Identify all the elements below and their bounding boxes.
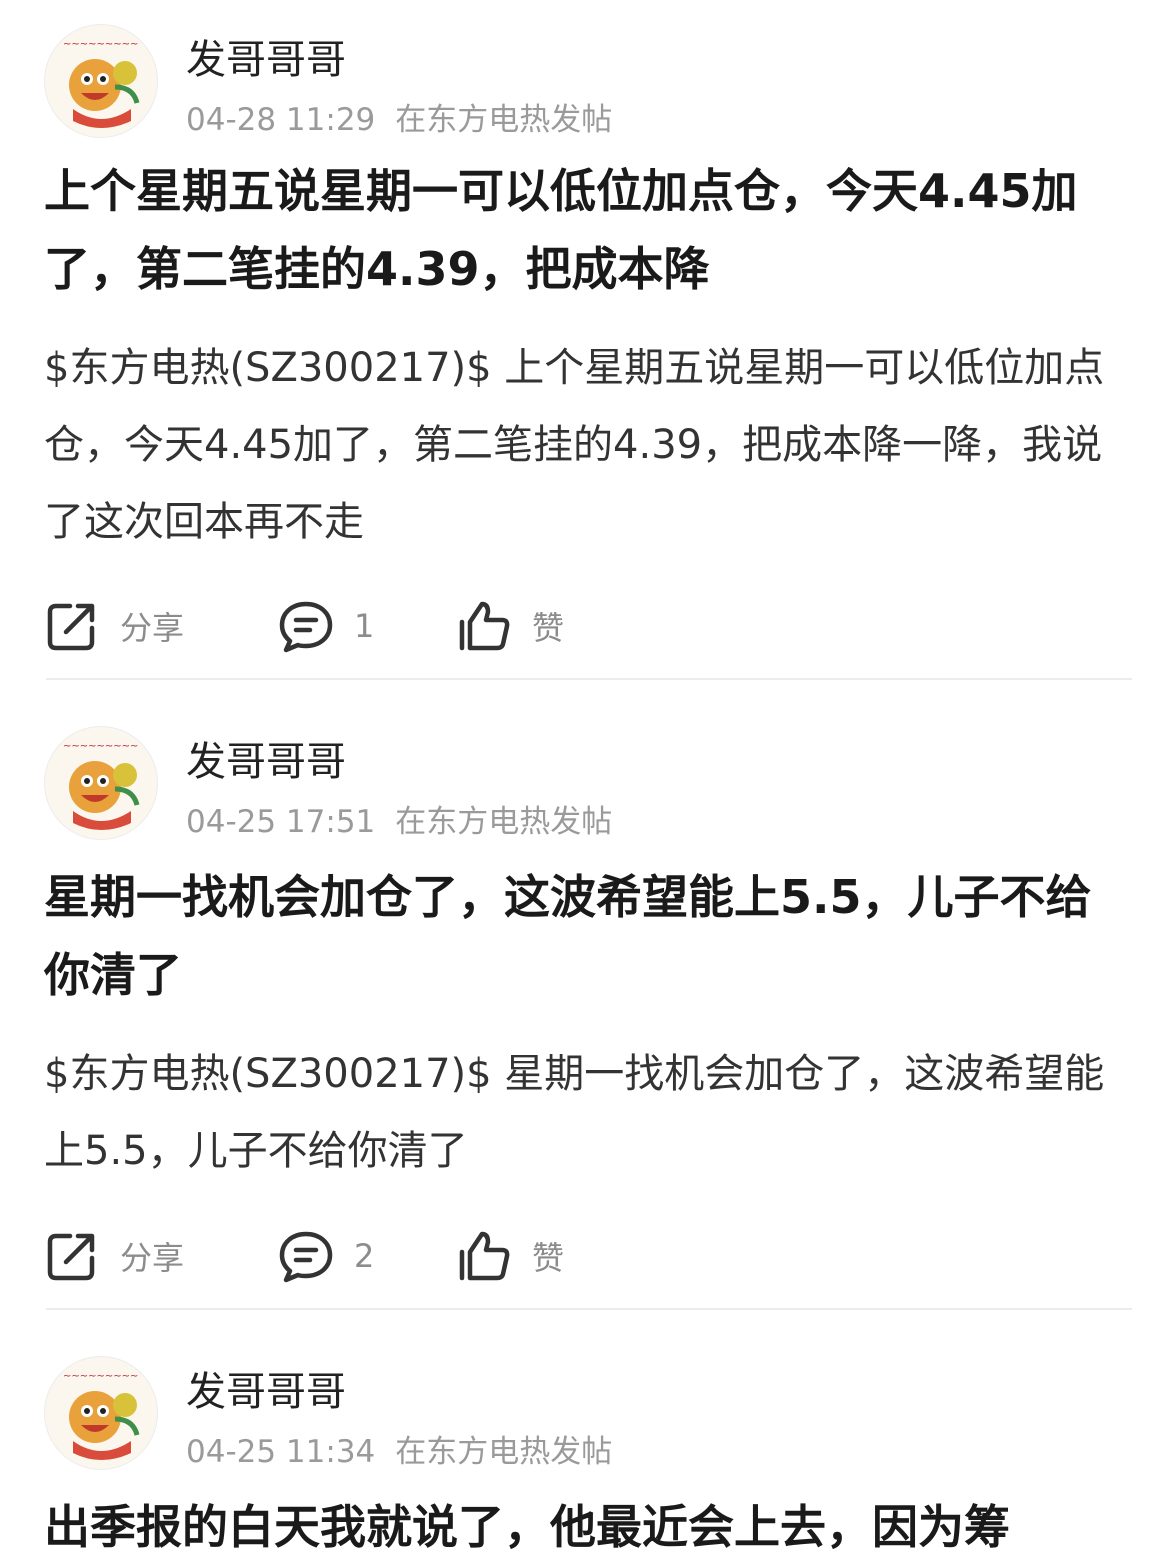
author-avatar[interactable]: ~~~~~~~~~ xyxy=(44,726,158,840)
svg-text:~~~~~~~~~: ~~~~~~~~~ xyxy=(63,1371,138,1382)
author-avatar[interactable]: ~~~~~~~~~ xyxy=(44,1356,158,1470)
post-divider xyxy=(46,678,1132,680)
comment-icon xyxy=(279,601,333,653)
lion-dance-avatar-icon: ~~~~~~~~~ xyxy=(63,741,140,830)
lion-dance-avatar-icon: ~~~~~~~~~ xyxy=(63,39,140,128)
author-name[interactable]: 发哥哥哥 xyxy=(186,36,346,84)
share-label: 分享 xyxy=(120,609,185,647)
author-name[interactable]: 发哥哥哥 xyxy=(186,1368,346,1416)
share-label: 分享 xyxy=(120,1239,185,1277)
post-card[interactable]: ~~~~~~~~~ 发哥哥哥 04-25 11:34 在东方电热发帖 出季报的白天… xyxy=(0,1356,1176,1567)
share-icon xyxy=(47,1233,95,1281)
post-time: 04-25 17:51 xyxy=(186,804,376,840)
svg-text:~~~~~~~~~: ~~~~~~~~~ xyxy=(63,39,138,50)
like-label: 赞 xyxy=(532,609,565,647)
post-divider xyxy=(46,1308,1132,1310)
post-feed: ~~~~~~~~~ 发哥哥哥 04-28 11:29 在东方电热发帖 上个星期五说… xyxy=(0,0,1176,1567)
post-meta: 04-25 17:51 在东方电热发帖 xyxy=(186,802,612,842)
post-card[interactable]: ~~~~~~~~~ 发哥哥哥 04-25 17:51 在东方电热发帖 星期一找机会… xyxy=(0,726,1176,1326)
post-meta: 04-25 11:34 在东方电热发帖 xyxy=(186,1432,612,1472)
post-time: 04-25 11:34 xyxy=(186,1434,376,1470)
post-actions: 分享 2 赞 xyxy=(44,1226,1134,1286)
share-button[interactable]: 分享 xyxy=(44,1226,184,1286)
post-source[interactable]: 在东方电热发帖 xyxy=(395,804,612,840)
post-header: ~~~~~~~~~ 发哥哥哥 04-25 17:51 在东方电热发帖 xyxy=(44,726,1144,846)
share-icon xyxy=(47,603,95,651)
share-button[interactable]: 分享 xyxy=(44,596,184,656)
author-avatar[interactable]: ~~~~~~~~~ xyxy=(44,24,158,138)
post-title[interactable]: 上个星期五说星期一可以低位加点仓，今天4.45加了，第二笔挂的4.39，把成本降 xyxy=(44,152,1136,308)
comment-count: 1 xyxy=(354,607,375,645)
comment-button[interactable]: 1 xyxy=(278,596,374,656)
post-title[interactable]: 星期一找机会加仓了，这波希望能上5.5，儿子不给你清了 xyxy=(44,858,1136,1014)
post-header: ~~~~~~~~~ 发哥哥哥 04-28 11:29 在东方电热发帖 xyxy=(44,24,1144,144)
svg-text:~~~~~~~~~: ~~~~~~~~~ xyxy=(63,741,138,752)
author-name[interactable]: 发哥哥哥 xyxy=(186,738,346,786)
lion-dance-avatar-icon: ~~~~~~~~~ xyxy=(63,1371,140,1460)
thumbs-up-icon xyxy=(459,1231,510,1281)
like-button[interactable]: 赞 xyxy=(456,1226,564,1286)
post-card[interactable]: ~~~~~~~~~ 发哥哥哥 04-28 11:29 在东方电热发帖 上个星期五说… xyxy=(0,24,1176,694)
comment-icon xyxy=(279,1231,333,1283)
post-source[interactable]: 在东方电热发帖 xyxy=(395,102,612,138)
post-time: 04-28 11:29 xyxy=(186,102,376,138)
comment-count: 2 xyxy=(354,1237,375,1275)
post-header: ~~~~~~~~~ 发哥哥哥 04-25 11:34 在东方电热发帖 xyxy=(44,1356,1144,1476)
like-button[interactable]: 赞 xyxy=(456,596,564,656)
post-body[interactable]: $东方电热(SZ300217)$ 上个星期五说星期一可以低位加点仓，今天4.45… xyxy=(44,330,1114,561)
post-title[interactable]: 出季报的白天我就说了，他最近会上去，因为筹 xyxy=(44,1488,1136,1566)
comment-button[interactable]: 2 xyxy=(278,1226,374,1286)
thumbs-up-icon xyxy=(459,601,510,651)
post-body[interactable]: $东方电热(SZ300217)$ 星期一找机会加仓了，这波希望能上5.5，儿子不… xyxy=(44,1036,1114,1190)
post-meta: 04-28 11:29 在东方电热发帖 xyxy=(186,100,612,140)
post-source[interactable]: 在东方电热发帖 xyxy=(395,1434,612,1470)
like-label: 赞 xyxy=(532,1239,565,1277)
post-actions: 分享 1 赞 xyxy=(44,596,1134,656)
